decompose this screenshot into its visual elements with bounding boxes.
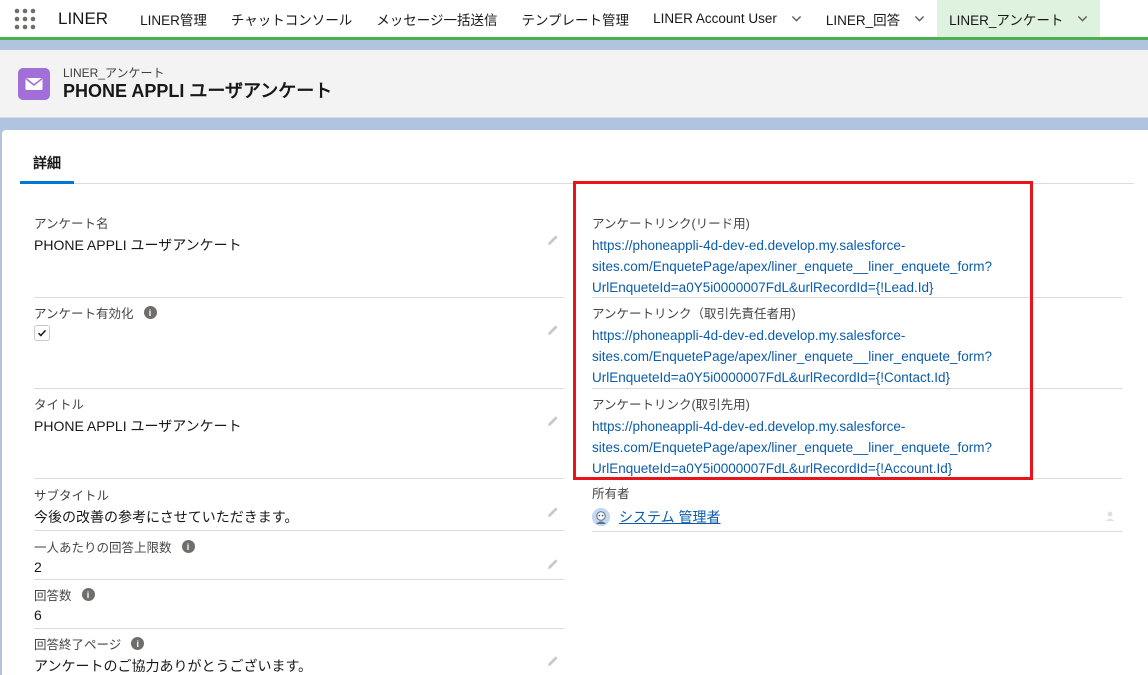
pencil-icon[interactable] <box>546 414 560 428</box>
avatar <box>592 508 610 526</box>
nav-item-chat-console[interactable]: チャットコンソール <box>219 0 364 37</box>
info-icon[interactable]: i <box>131 637 145 650</box>
link-line: UrlEnqueteId=a0Y5i0000007FdL&urlRecordId… <box>592 370 951 385</box>
nav-item-label: LINER Account User <box>653 11 777 26</box>
link-line: https://phoneappli-4d-dev-ed.develop.my.… <box>592 419 906 434</box>
link-line: sites.com/EnquetePage/apex/liner_enquete… <box>592 349 993 364</box>
field-label: アンケートリンク（取引先責任者用) <box>592 307 796 321</box>
field-owner: 所有者 システム 管理者 <box>592 483 1122 529</box>
pencil-icon[interactable] <box>546 654 560 668</box>
divider <box>34 579 564 580</box>
nav-item-label: チャットコンソール <box>230 12 353 28</box>
link-line: sites.com/EnquetePage/apex/liner_enquete… <box>592 259 993 274</box>
field-survey-enabled: アンケート有効化 i <box>34 303 564 387</box>
field-end-page: 回答終了ページ i アンケートのご協力ありがとうございます。 <box>34 634 564 675</box>
nav-item-label: LINER_回答 <box>825 12 901 28</box>
nav-item-label: LINER_アンケート <box>949 12 1064 28</box>
divider <box>34 297 564 298</box>
field-label: サブタイトル <box>34 489 110 503</box>
field-value: 今後の改善の参考にさせていただきます。 <box>34 509 299 525</box>
field-value: PHONE APPLI ユーザアンケート <box>34 418 242 434</box>
nav-item-template-management[interactable]: テンプレート管理 <box>509 0 641 37</box>
change-owner-icon[interactable] <box>1104 509 1118 523</box>
tab-bar: 詳細 <box>20 144 1134 184</box>
pencil-icon[interactable] <box>546 323 560 337</box>
field-survey-link-contact: アンケートリンク（取引先責任者用) https://phoneappli-4d-… <box>592 303 1122 387</box>
survey-link-contact[interactable]: https://phoneappli-4d-dev-ed.develop.my.… <box>592 325 992 388</box>
envelope-icon <box>25 77 43 90</box>
survey-enabled-checkbox <box>34 325 50 341</box>
divider <box>592 388 1122 389</box>
link-line: sites.com/EnquetePage/apex/liner_enquete… <box>592 440 993 455</box>
divider <box>34 388 564 389</box>
global-navigation: LINER LINER管理 チャットコンソール メッセージ一括送信 テンプレート… <box>0 0 1148 40</box>
field-label: アンケート名 <box>34 217 109 231</box>
nav-item-liner-account-user[interactable]: LINER Account User <box>641 0 814 37</box>
field-survey-link-account: アンケートリンク(取引先用) https://phoneappli-4d-dev… <box>592 394 1122 478</box>
pencil-icon[interactable] <box>546 505 560 519</box>
pencil-icon[interactable] <box>546 233 560 247</box>
field-label: 回答数 <box>34 589 72 603</box>
link-line: UrlEnqueteId=a0Y5i0000007FdL&urlRecordId… <box>592 280 934 295</box>
nav-item-liner-survey[interactable]: LINER_アンケート <box>937 0 1101 37</box>
info-icon[interactable]: i <box>181 540 195 553</box>
divider <box>34 628 564 629</box>
field-subtitle: サブタイトル 今後の改善の参考にさせていただきます。 <box>34 485 564 529</box>
divider <box>34 478 564 479</box>
app-launcher-button[interactable] <box>0 0 50 37</box>
info-icon[interactable]: i <box>81 588 95 601</box>
nav-item-liner-answer[interactable]: LINER_回答 <box>814 0 937 37</box>
field-label: アンケート有効化 <box>34 307 134 321</box>
nav-item-bulk-message[interactable]: メッセージ一括送信 <box>364 0 509 37</box>
field-label: アンケートリンク(リード用) <box>592 217 750 231</box>
divider <box>592 297 1122 298</box>
nav-item-label: テンプレート管理 <box>521 12 630 28</box>
app-name: LINER <box>58 8 109 28</box>
link-line: https://phoneappli-4d-dev-ed.develop.my.… <box>592 328 906 343</box>
app-launcher-icon <box>14 8 36 29</box>
checkmark-icon <box>37 329 47 337</box>
tab-details[interactable]: 詳細 <box>20 144 74 184</box>
nav-item-label: LINER管理 <box>140 12 207 28</box>
nav-item-label: メッセージ一括送信 <box>376 12 498 28</box>
link-line: UrlEnqueteId=a0Y5i0000007FdL&urlRecordId… <box>592 461 953 476</box>
divider <box>592 531 1122 532</box>
pencil-icon[interactable] <box>546 557 560 571</box>
divider <box>592 478 1122 479</box>
field-label: 所有者 <box>592 487 630 501</box>
field-survey-name: アンケート名 PHONE APPLI ユーザアンケート <box>34 213 564 297</box>
survey-link-account[interactable]: https://phoneappli-4d-dev-ed.develop.my.… <box>592 416 992 479</box>
survey-link-lead[interactable]: https://phoneappli-4d-dev-ed.develop.my.… <box>592 235 992 298</box>
field-value: 6 <box>34 607 42 623</box>
record-header: LINER_アンケート PHONE APPLI ユーザアンケート <box>0 50 1148 118</box>
field-title: タイトル PHONE APPLI ユーザアンケート <box>34 394 564 478</box>
object-icon <box>18 67 50 100</box>
field-value: 2 <box>34 559 42 575</box>
field-label: タイトル <box>34 398 85 412</box>
chevron-down-icon[interactable] <box>791 13 802 24</box>
link-line: https://phoneappli-4d-dev-ed.develop.my.… <box>592 238 906 253</box>
field-label: アンケートリンク(取引先用) <box>592 398 750 412</box>
field-answer-limit: 一人あたりの回答上限数 i 2 <box>34 537 564 579</box>
field-survey-link-lead: アンケートリンク(リード用) https://phoneappli-4d-dev… <box>592 213 1122 297</box>
chevron-down-icon[interactable] <box>914 13 925 24</box>
field-label: 一人あたりの回答上限数 <box>34 541 172 555</box>
info-icon[interactable]: i <box>143 306 157 319</box>
chevron-down-icon[interactable] <box>1077 13 1088 24</box>
record-name: PHONE APPLI ユーザアンケート <box>63 80 333 101</box>
divider <box>34 530 564 531</box>
user-avatar-icon <box>592 508 610 526</box>
object-label: LINER_アンケート <box>63 65 165 80</box>
field-value: アンケートのご協力ありがとうございます。 <box>34 658 313 674</box>
field-value: PHONE APPLI ユーザアンケート <box>34 237 242 253</box>
owner-link[interactable]: システム 管理者 <box>619 507 720 527</box>
nav-item-liner-admin[interactable]: LINER管理 <box>128 0 219 37</box>
field-label: 回答終了ページ <box>34 638 122 652</box>
field-answer-count: 回答数 i 6 <box>34 585 564 627</box>
